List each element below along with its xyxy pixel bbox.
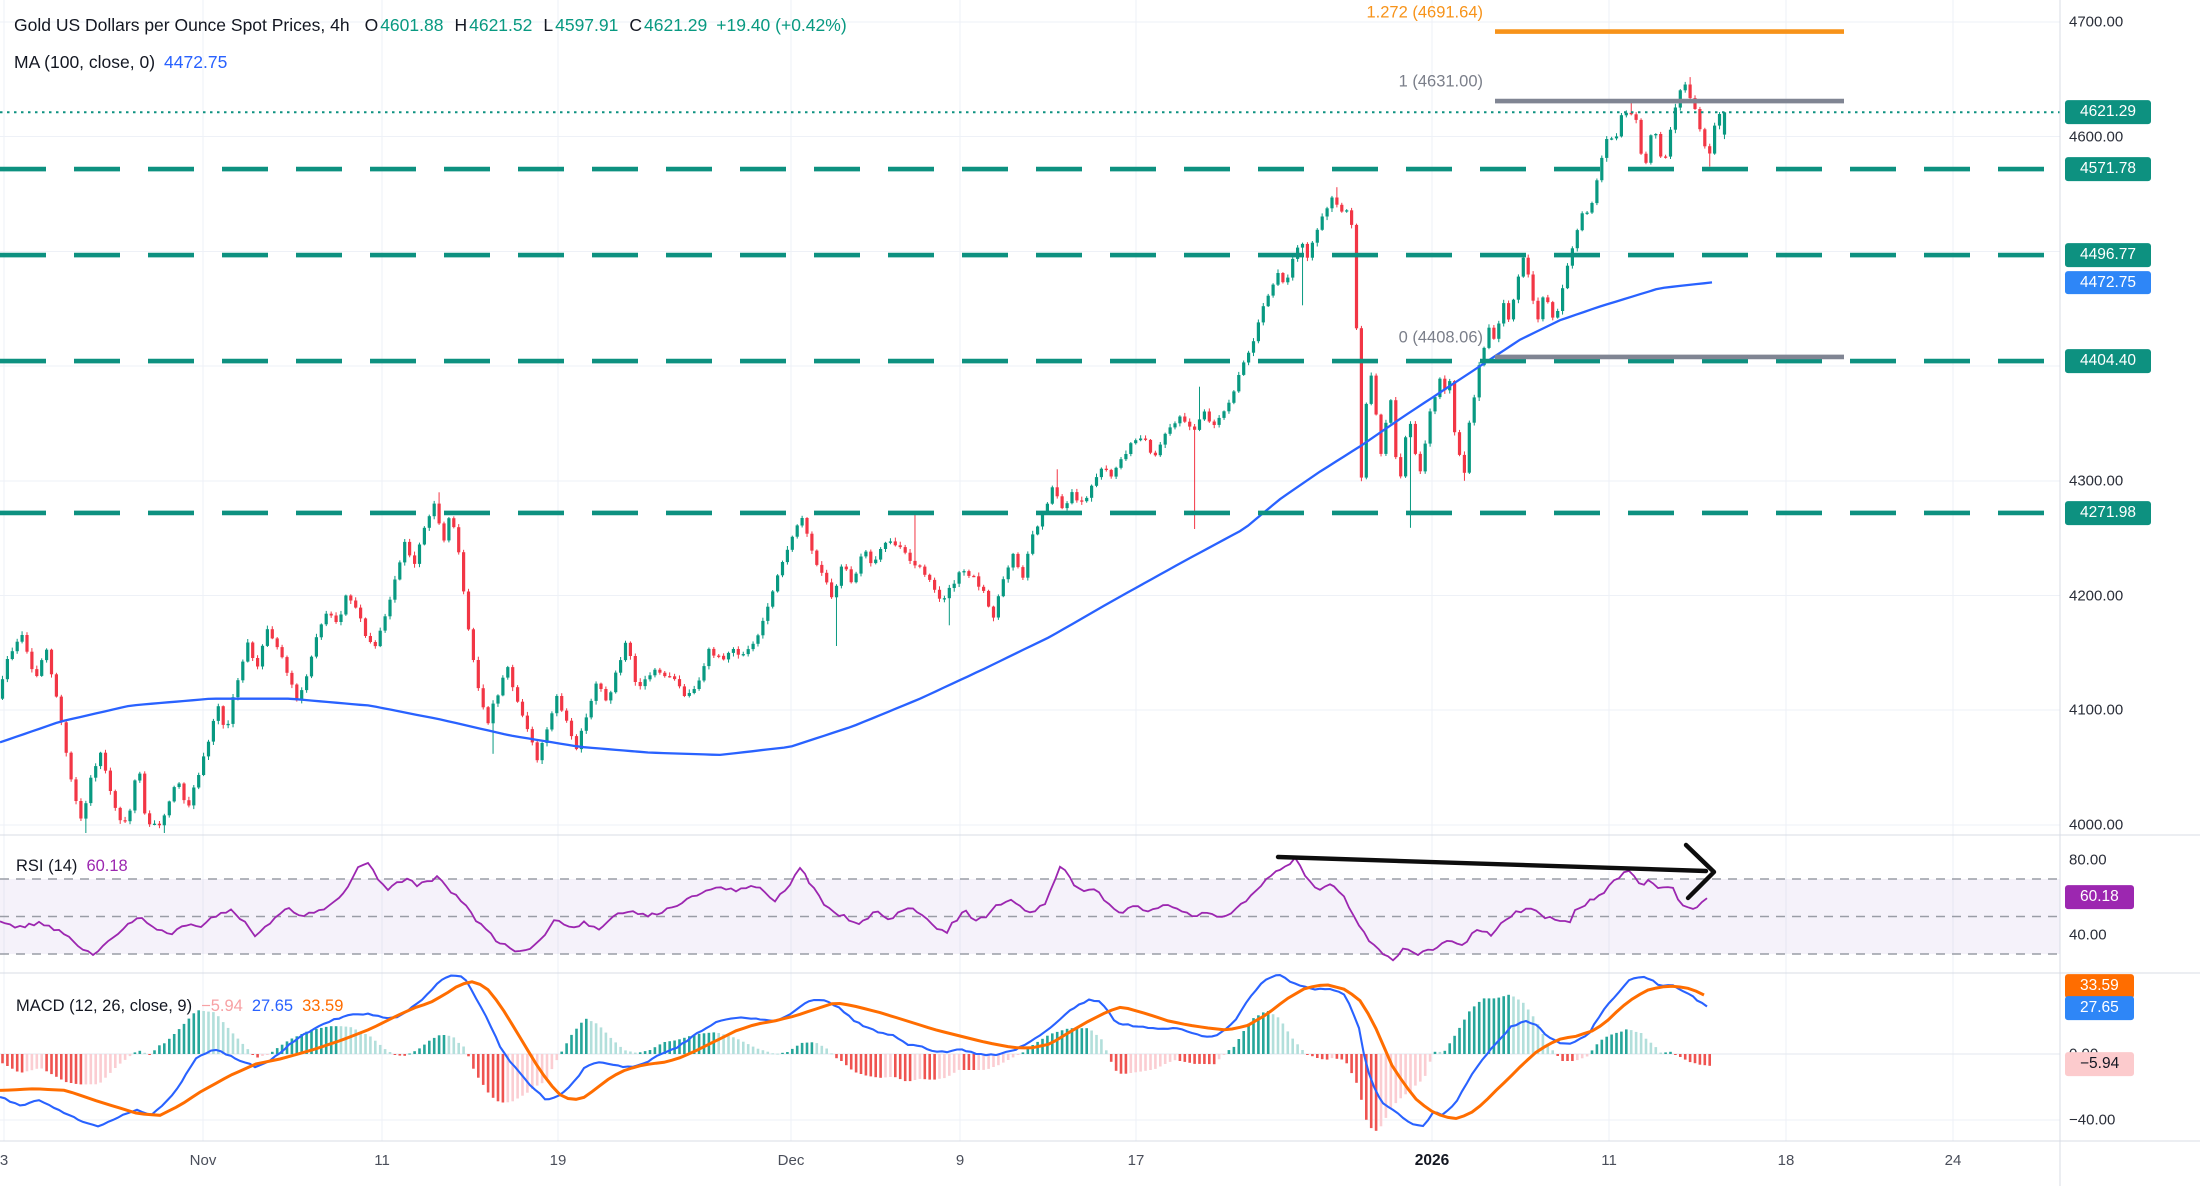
- time-axis-strip[interactable]: [0, 1141, 2200, 1186]
- chart-canvas[interactable]: [0, 0, 2200, 1186]
- trading-chart-window: Gold US Dollars per Ounce Spot Prices, 4…: [0, 0, 2200, 1186]
- price-axis-strip[interactable]: [2060, 0, 2200, 1141]
